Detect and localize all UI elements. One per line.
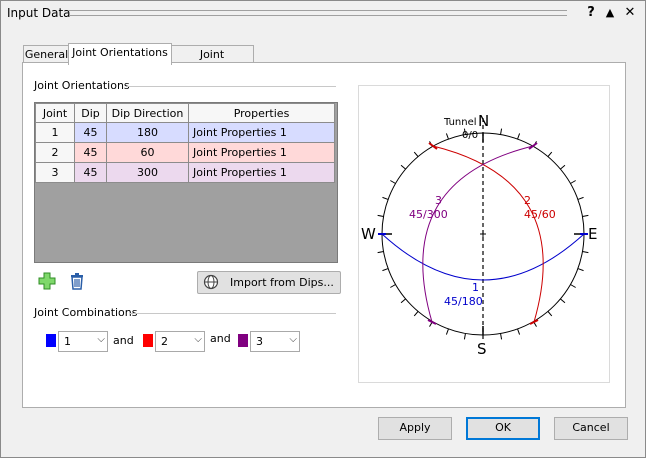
combo-color-swatch-2 (143, 334, 153, 347)
combo-select-1[interactable]: 1 ⌵ (58, 331, 108, 352)
stereonet-tick (517, 328, 521, 335)
add-joint-button[interactable] (37, 271, 57, 291)
stereonet-tick (413, 151, 419, 157)
column-header-joint[interactable]: Joint (35, 103, 75, 123)
stereonet-tick (400, 164, 406, 170)
tab-joint-orientations[interactable]: Joint Orientations (68, 43, 172, 65)
column-header-properties[interactable]: Properties (188, 103, 335, 123)
combo-value: 3 (256, 335, 263, 348)
stereonet-tick (560, 298, 566, 304)
plane-2-id: 2 (524, 194, 531, 207)
stereonet-tick (500, 128, 503, 135)
plane-3-label: 45/300 (409, 208, 448, 221)
import-from-dips-button[interactable]: Import from Dips... (197, 271, 341, 294)
and-label: and (210, 332, 231, 345)
stereonet-tick (413, 311, 419, 317)
apply-button[interactable]: Apply (378, 417, 452, 440)
south-label: S (477, 340, 487, 358)
combo-select-3[interactable]: 3 ⌵ (250, 331, 300, 352)
stereonet-tick (500, 333, 503, 340)
plane-3-id: 3 (435, 194, 442, 207)
west-label: W (361, 225, 376, 243)
tunnel-orientation-label: 0/0 (462, 130, 478, 141)
combo-value: 2 (161, 335, 168, 348)
window-title: Input Data (7, 6, 71, 20)
stereonet-tick (377, 251, 384, 254)
stereonet-tick (582, 214, 589, 217)
group-divider (130, 313, 336, 314)
stereonet-tick (570, 180, 576, 184)
import-button-label: Import from Dips... (230, 276, 334, 289)
stereonet-tick (390, 284, 396, 288)
plane-1-label: 45/180 (444, 295, 483, 308)
cell-properties[interactable]: Joint Properties 1 (188, 122, 335, 143)
cell-dip[interactable]: 45 (74, 162, 107, 183)
stereonet-tick (547, 151, 553, 157)
plus-icon (38, 272, 56, 290)
stereonet-tick (445, 133, 449, 140)
stereonet-tick (382, 268, 389, 272)
group-divider (127, 86, 336, 87)
joint-table: Joint Dip Dip Direction Properties 1 45 … (35, 103, 335, 183)
joint-orientations-group-label: Joint Orientations (34, 79, 130, 92)
cell-joint[interactable]: 3 (35, 162, 75, 183)
column-header-dip-direction[interactable]: Dip Direction (106, 103, 189, 123)
stereonet-tick (517, 133, 521, 140)
plane-2-label: 45/60 (524, 208, 556, 221)
chevron-down-icon: ⌵ (289, 334, 297, 345)
combo-color-swatch-1 (46, 334, 56, 347)
title-bar[interactable]: Input Data ? ▲ ✕ (1, 1, 645, 25)
globe-icon (203, 274, 219, 290)
input-data-dialog: Input Data ? ▲ ✕ General Joint Orientati… (0, 0, 646, 458)
stereonet-tick (560, 164, 566, 170)
close-icon[interactable]: ✕ (622, 4, 638, 22)
chevron-down-icon: ⌵ (97, 334, 105, 345)
collapse-icon[interactable]: ▲ (602, 4, 618, 22)
table-row[interactable]: 3 45 300 Joint Properties 1 (35, 162, 335, 183)
table-row[interactable]: 1 45 180 Joint Properties 1 (35, 122, 335, 143)
cancel-button[interactable]: Cancel (554, 417, 628, 440)
cell-dip-direction[interactable]: 60 (106, 142, 189, 163)
cell-properties[interactable]: Joint Properties 1 (188, 162, 335, 183)
tunnel-label: Tunnel (443, 117, 477, 128)
cell-dip-direction[interactable]: 300 (106, 162, 189, 183)
stereonet-tick (390, 180, 396, 184)
stereonet-plot: N S E W Tunnel 0/0 1 45/180 2 45/60 3 45… (361, 112, 597, 358)
cell-dip[interactable]: 45 (74, 122, 107, 143)
cell-dip-direction[interactable]: 180 (106, 122, 189, 143)
cell-joint[interactable]: 1 (35, 122, 75, 143)
north-label: N (478, 112, 489, 130)
stereonet-tick (547, 311, 553, 317)
stereonet-tick (577, 268, 584, 272)
stereonet-view[interactable]: N S E W Tunnel 0/0 1 45/180 2 45/60 3 45… (358, 85, 610, 383)
stereonet-tick (577, 196, 584, 200)
stereonet-tick (382, 196, 389, 200)
title-divider (69, 10, 567, 16)
joint-orientations-grid[interactable]: Joint Dip Dip Direction Properties 1 45 … (34, 102, 338, 263)
stereonet-tick (400, 298, 406, 304)
cell-joint[interactable]: 2 (35, 142, 75, 163)
table-row[interactable]: 2 45 60 Joint Properties 1 (35, 142, 335, 163)
joint-combinations-group-label: Joint Combinations (34, 306, 138, 319)
delete-joint-button[interactable] (67, 271, 87, 291)
stereonet-tick (582, 251, 589, 254)
column-header-dip[interactable]: Dip (74, 103, 107, 123)
help-icon[interactable]: ? (583, 4, 599, 22)
stereonet-tick (445, 328, 449, 335)
cell-properties[interactable]: Joint Properties 1 (188, 142, 335, 163)
trash-icon (71, 273, 83, 290)
combo-color-swatch-3 (238, 334, 248, 347)
combo-select-2[interactable]: 2 ⌵ (155, 331, 205, 352)
stereonet-tick (377, 214, 384, 217)
ok-button[interactable]: OK (466, 417, 540, 440)
combo-value: 1 (64, 335, 71, 348)
cell-dip[interactable]: 45 (74, 142, 107, 163)
stereonet-tick (463, 333, 466, 340)
plane-1-id: 1 (472, 281, 479, 294)
east-label: E (588, 225, 597, 243)
chevron-down-icon: ⌵ (194, 334, 202, 345)
stereonet-tick (570, 284, 576, 288)
and-label: and (113, 334, 134, 347)
